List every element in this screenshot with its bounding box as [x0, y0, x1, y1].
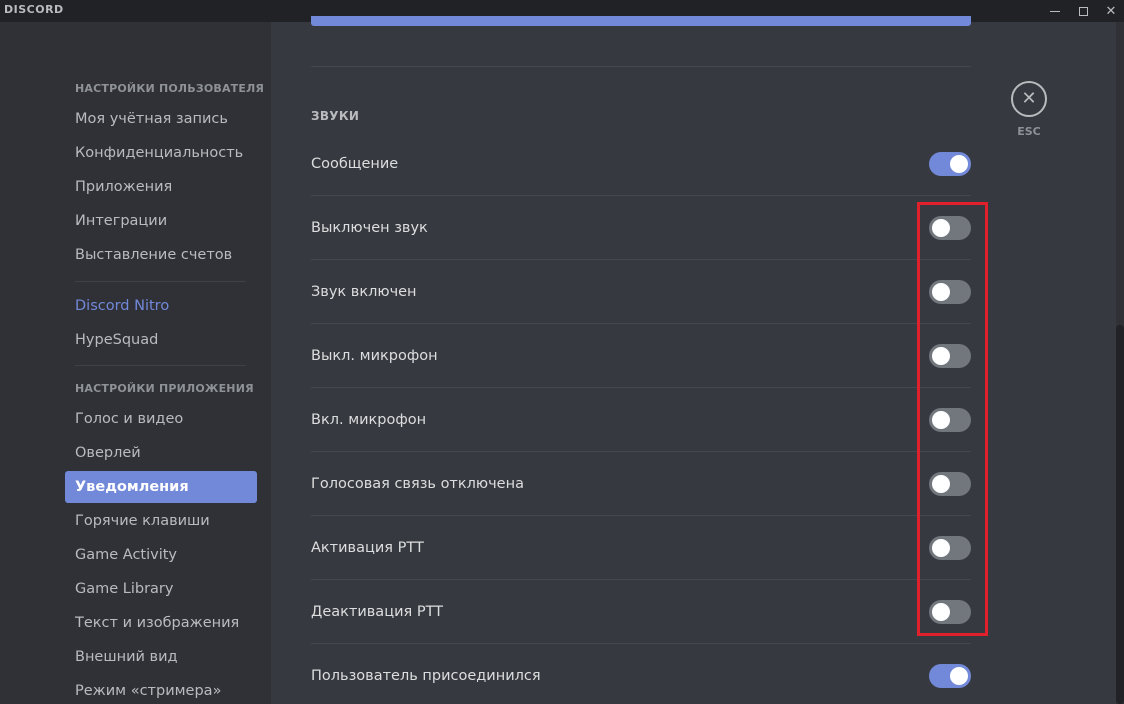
minimize-button[interactable] [1042, 0, 1068, 22]
row-divider [311, 323, 971, 324]
sounds-section-title: ЗВУКИ [311, 109, 360, 123]
close-settings-button[interactable]: ✕ [1011, 81, 1047, 117]
sidebar-divider [75, 281, 246, 282]
sidebar-item-voice-video[interactable]: Голос и видео [65, 403, 257, 435]
row-divider [311, 515, 971, 516]
sound-label-deafen: Выключен звук [311, 220, 428, 236]
row-divider [311, 195, 971, 196]
row-divider [311, 451, 971, 452]
highlight-annotation [917, 202, 988, 636]
row-divider [311, 643, 971, 644]
scrollbar-thumb[interactable] [1116, 325, 1124, 704]
scrolled-banner-edge [311, 16, 971, 26]
sound-label-ptt-activate: Активация PTT [311, 540, 424, 556]
sound-label-unmute: Вкл. микрофон [311, 412, 427, 428]
settings-sidebar: НАСТРОЙКИ ПОЛЬЗОВАТЕЛЯ Моя учётная запис… [0, 22, 271, 704]
sidebar-item-integrations[interactable]: Интеграции [65, 205, 257, 237]
close-window-button[interactable]: ✕ [1098, 0, 1124, 22]
user-settings-header: НАСТРОЙКИ ПОЛЬЗОВАТЕЛЯ [75, 82, 265, 95]
sound-label-message: Сообщение [311, 156, 399, 172]
sound-label-undeafen: Звук включен [311, 284, 417, 300]
sidebar-item-game-library[interactable]: Game Library [65, 573, 257, 605]
minimize-icon [1050, 10, 1060, 12]
sidebar-item-my-account[interactable]: Моя учётная запись [65, 103, 257, 135]
sound-label-user-join: Пользователь присоединился [311, 668, 541, 684]
toggle-user-join[interactable] [929, 664, 971, 688]
discord-logo: DISCORD [4, 3, 64, 16]
maximize-icon [1078, 6, 1088, 16]
close-window-icon: ✕ [1105, 3, 1117, 19]
close-icon: ✕ [1021, 88, 1037, 109]
sidebar-item-discord-nitro[interactable]: Discord Nitro [65, 290, 257, 322]
app-settings-header: НАСТРОЙКИ ПРИЛОЖЕНИЯ [75, 382, 254, 395]
row-divider [311, 579, 971, 580]
row-divider [311, 259, 971, 260]
sidebar-item-text-images[interactable]: Текст и изображения [65, 607, 257, 639]
toggle-knob [950, 667, 968, 685]
sidebar-item-game-activity[interactable]: Game Activity [65, 539, 257, 571]
sidebar-item-appearance[interactable]: Внешний вид [65, 641, 257, 673]
sidebar-item-applications[interactable]: Приложения [65, 171, 257, 203]
row-divider [311, 387, 971, 388]
sidebar-item-privacy[interactable]: Конфиденциальность [65, 137, 257, 169]
sound-label-ptt-deactivate: Деактивация PTT [311, 604, 444, 620]
toggle-message[interactable] [929, 152, 971, 176]
toggle-knob [950, 155, 968, 173]
sidebar-item-keybinds[interactable]: Горячие клавиши [65, 505, 257, 537]
sidebar-item-overlay[interactable]: Оверлей [65, 437, 257, 469]
sidebar-item-streamer-mode[interactable]: Режим «стримера» [65, 675, 257, 704]
sidebar-item-billing[interactable]: Выставление счетов [65, 239, 257, 271]
sound-label-mute: Выкл. микрофон [311, 348, 438, 364]
esc-label: ESC [1017, 125, 1041, 138]
maximize-button[interactable] [1070, 0, 1096, 22]
sound-label-voice-disconnected: Голосовая связь отключена [311, 476, 524, 492]
sidebar-item-hypesquad[interactable]: HypeSquad [65, 324, 257, 356]
sidebar-item-notifications[interactable]: Уведомления [65, 471, 257, 503]
sidebar-divider [75, 365, 246, 366]
section-divider [311, 66, 971, 67]
